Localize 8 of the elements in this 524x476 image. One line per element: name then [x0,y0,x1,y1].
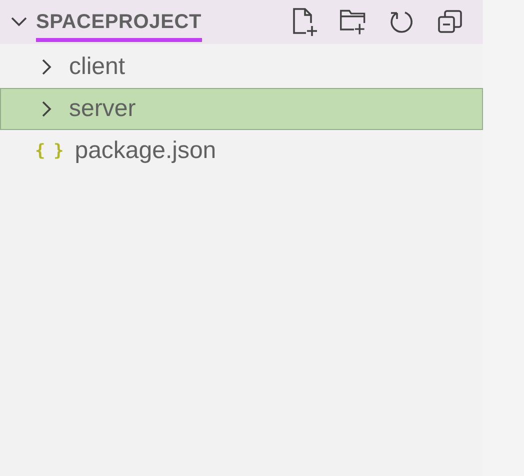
project-title[interactable]: SPACEPROJECT [36,10,202,42]
tree-row[interactable]: client [0,46,483,88]
tree-row[interactable]: { } package.json [0,130,483,172]
json-icon: { } [35,141,63,161]
folder-name: server [69,95,136,123]
tree-row[interactable]: server [0,88,483,130]
file-name: package.json [74,137,216,165]
folder-name: client [69,53,126,81]
